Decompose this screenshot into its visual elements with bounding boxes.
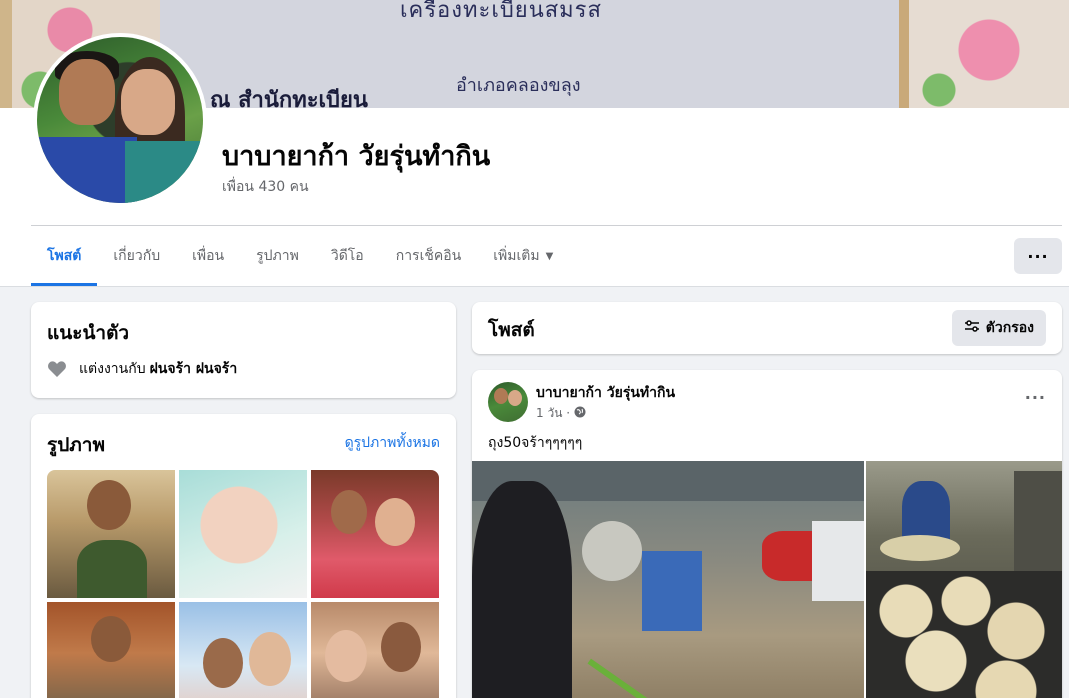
cover-text-top: เครื่องทะเบียนสมรส — [400, 0, 602, 23]
photo-thumbnail[interactable] — [311, 602, 439, 698]
post-card: บาบายาก้า วัยรุ่นทำกิน 1 วัน · ··· ถุง50… — [472, 370, 1062, 698]
friend-count[interactable]: เพื่อน 430 คน — [222, 176, 309, 198]
intro-title: แนะนำตัว — [47, 322, 130, 344]
post-meta: 1 วัน · — [536, 404, 586, 423]
photo-thumbnail[interactable] — [311, 470, 439, 598]
photo-thumbnail[interactable] — [179, 602, 307, 698]
cover-text-district: อำเภอคลองขลุง — [456, 75, 581, 96]
posts-header-card: โพสต์ ตัวกรอง — [472, 302, 1062, 354]
relationship-row: แต่งงานกับ ฝนจร้า ฝนจร้า — [47, 358, 237, 380]
post-time[interactable]: 1 วัน · — [536, 404, 570, 423]
tab-more[interactable]: เพิ่มเติม ▼ — [477, 226, 569, 286]
avatar-image — [37, 37, 203, 203]
tab-videos[interactable]: วิดีโอ — [315, 226, 380, 286]
photos-title: รูปภาพ — [47, 434, 105, 456]
photo-thumbnail[interactable] — [179, 470, 307, 598]
relationship-prefix: แต่งงานกับ — [79, 361, 146, 377]
tab-friends[interactable]: เพื่อน — [176, 226, 240, 286]
caret-down-icon: ▼ — [545, 250, 554, 262]
profile-name: บาบายาก้า วัยรุ่นทำกิน — [222, 141, 491, 172]
photo-grid — [47, 470, 440, 698]
globe-icon — [574, 406, 586, 421]
post-author-name[interactable]: บาบายาก้า วัยรุ่นทำกิน — [536, 382, 675, 404]
tab-checkins[interactable]: การเช็คอิน — [380, 226, 478, 286]
post-text: ถุง50จร้าๆๆๆๆๆ — [488, 435, 583, 451]
filter-icon — [964, 318, 980, 338]
profile-avatar[interactable] — [33, 33, 207, 207]
intro-card: แนะนำตัว แต่งงานกับ ฝนจร้า ฝนจร้า — [31, 302, 456, 398]
post-author-avatar[interactable] — [488, 382, 528, 422]
tab-posts[interactable]: โพสต์ — [31, 226, 98, 286]
profile-tabs: โพสต์ เกี่ยวกับ เพื่อน รูปภาพ วิดีโอ การ… — [31, 226, 569, 286]
cover-text-office: ณ สำนักทะเบียน — [210, 87, 368, 108]
spouse-link[interactable]: ฝนจร้า ฝนจร้า — [150, 358, 238, 380]
post-image-workshop[interactable] — [472, 461, 864, 698]
post-image-bags[interactable] — [866, 461, 1062, 698]
heart-icon — [47, 359, 67, 379]
tab-about[interactable]: เกี่ยวกับ — [97, 226, 176, 286]
see-all-photos-link[interactable]: ดูรูปภาพทั้งหมด — [345, 432, 440, 454]
filter-label: ตัวกรอง — [985, 320, 1034, 336]
cover-right-decoration — [899, 0, 1069, 108]
tab-photos[interactable]: รูปภาพ — [240, 226, 315, 286]
photo-thumbnail[interactable] — [47, 470, 175, 598]
profile-more-button[interactable]: ··· — [1014, 238, 1062, 274]
posts-title: โพสต์ — [488, 319, 535, 341]
photo-thumbnail[interactable] — [47, 602, 175, 698]
photos-card: รูปภาพ ดูรูปภาพทั้งหมด — [31, 414, 456, 698]
filter-button[interactable]: ตัวกรอง — [951, 310, 1046, 346]
post-options-button[interactable]: ··· — [1025, 388, 1046, 407]
